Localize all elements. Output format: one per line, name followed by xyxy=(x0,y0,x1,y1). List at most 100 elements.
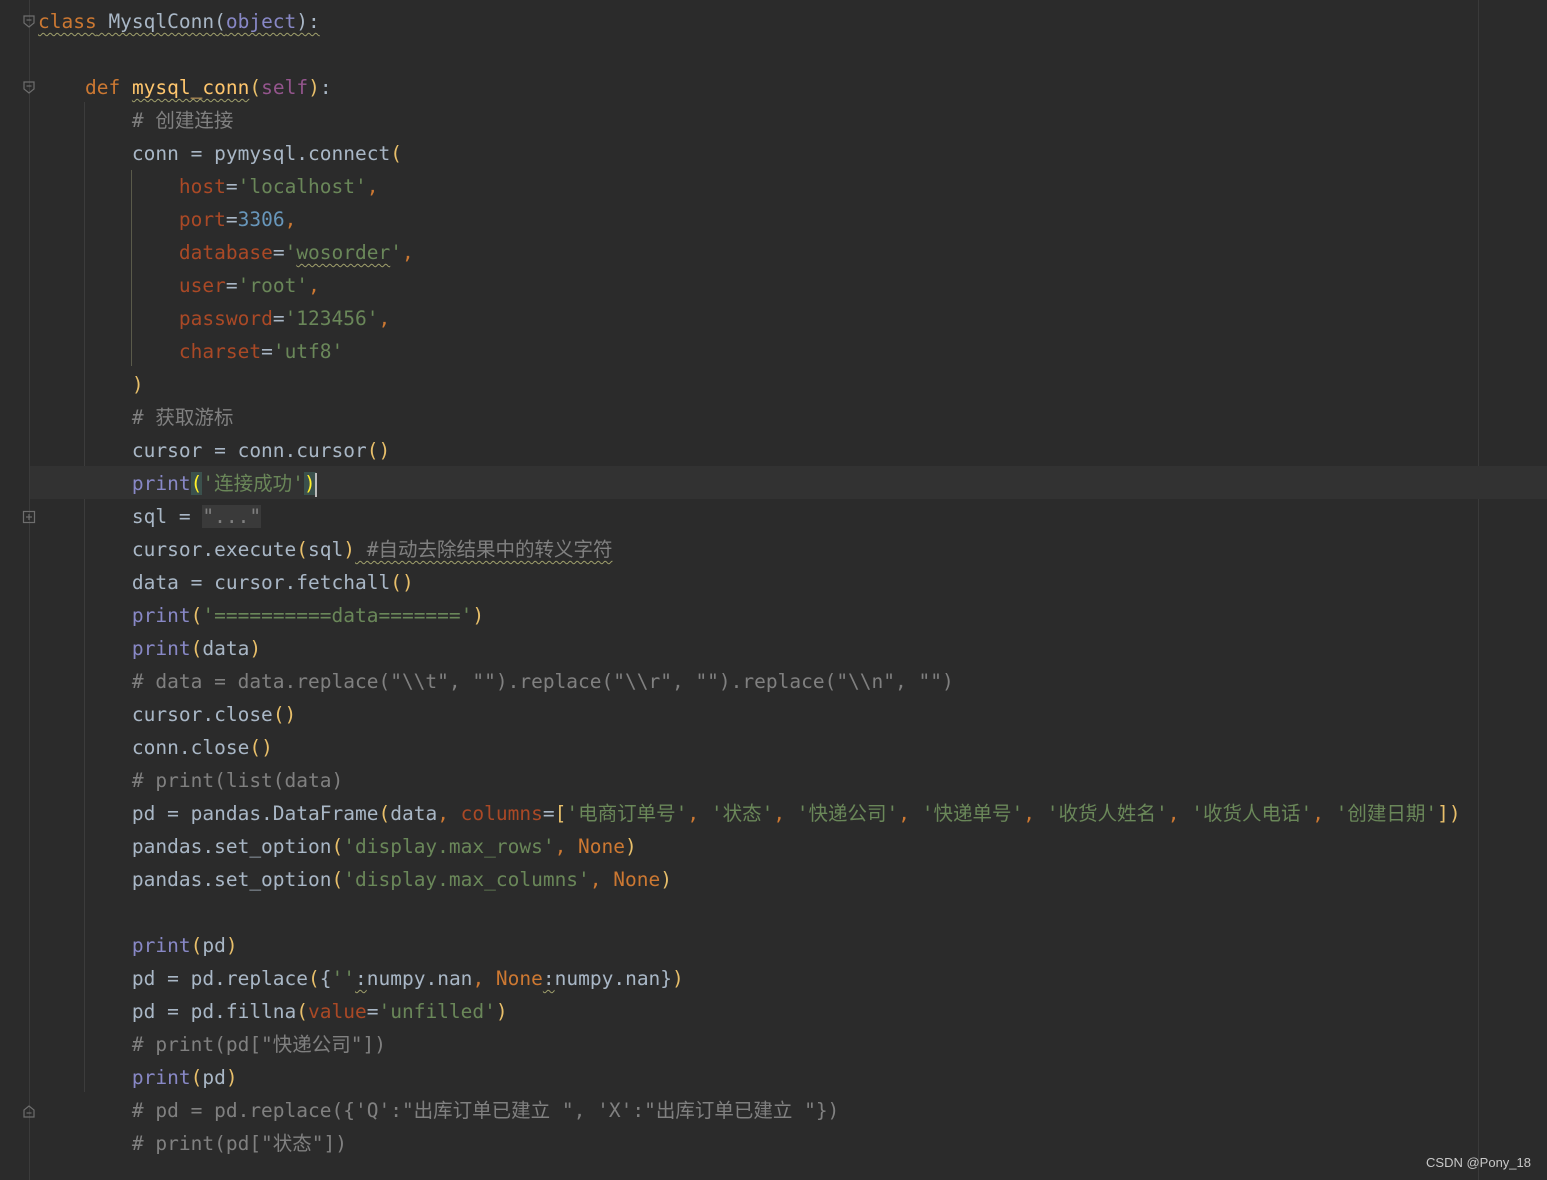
code-token: , xyxy=(366,175,379,198)
code-token: host xyxy=(178,175,226,198)
code-token: sql xyxy=(308,538,344,561)
code-token: ( xyxy=(190,1066,203,1089)
code-token: , xyxy=(308,274,320,297)
code-line[interactable]: print('连接成功') xyxy=(38,467,317,500)
code-line[interactable]: # 创建连接 xyxy=(38,104,234,137)
code-token: , None xyxy=(554,835,626,858)
code-token: self xyxy=(261,76,309,99)
code-token: # print(pd["快递公司"]) xyxy=(38,1033,387,1056)
code-token: charset xyxy=(178,340,262,363)
fold-method-icon[interactable] xyxy=(22,81,36,95)
code-token: # print(pd["状态"]) xyxy=(38,1132,348,1155)
code-line[interactable]: # 获取游标 xyxy=(38,401,234,434)
code-token: ) xyxy=(660,868,672,891)
code-token: '收货人电话' xyxy=(1191,802,1313,825)
code-line[interactable]: pd = pd.fillna(value='unfilled') xyxy=(38,995,508,1028)
code-token: ( xyxy=(249,76,262,99)
code-token: = xyxy=(542,802,555,825)
code-line[interactable]: database='wosorder', xyxy=(38,236,414,269)
code-line[interactable]: print(data) xyxy=(38,632,261,665)
code-token: , xyxy=(898,802,922,825)
watermark: CSDN @Pony_18 xyxy=(1426,1155,1531,1170)
text-caret xyxy=(314,472,317,497)
code-token: "..." xyxy=(202,505,262,528)
code-line[interactable]: cursor = conn.cursor() xyxy=(38,434,390,467)
code-line[interactable]: class MysqlConn(object): xyxy=(38,5,320,38)
code-line[interactable]: sql = "..." xyxy=(38,500,262,533)
code-token: pandas.set_option xyxy=(38,868,332,891)
code-token: ) xyxy=(225,934,238,957)
code-token: = xyxy=(366,1000,379,1023)
code-token: ) xyxy=(131,373,144,396)
code-token: 'localhost' xyxy=(237,175,367,198)
code-token: ) xyxy=(625,835,637,858)
code-line[interactable]: user='root', xyxy=(38,269,320,302)
code-token: , xyxy=(437,802,461,825)
code-line[interactable]: conn = pymysql.connect( xyxy=(38,137,402,170)
code-token: '状态' xyxy=(710,802,774,825)
code-token: ( xyxy=(190,637,203,660)
code-token: ( xyxy=(296,1000,309,1023)
code-token: 'root' xyxy=(237,274,309,297)
code-line[interactable]: cursor.close() xyxy=(38,698,296,731)
code-token: = xyxy=(272,241,285,264)
code-line[interactable]: conn.close() xyxy=(38,731,273,764)
code-line[interactable]: # print(list(data) xyxy=(38,764,343,797)
code-line[interactable]: # print(pd["快递公司"]) xyxy=(38,1028,386,1061)
code-token: cursor.close xyxy=(38,703,273,726)
code-line[interactable]: pd = pd.replace({'':numpy.nan, None:nump… xyxy=(38,962,684,995)
code-token: : xyxy=(542,967,555,990)
code-token: password xyxy=(178,307,273,330)
code-token: ( xyxy=(308,967,320,990)
code-line[interactable]: print('==========data=======') xyxy=(38,599,484,632)
code-token: '快递单号' xyxy=(921,802,1024,825)
code-token: wosorder xyxy=(296,241,391,264)
gutter-divider xyxy=(29,0,30,1180)
code-token: conn = pymysql.connect xyxy=(38,142,391,165)
code-line[interactable]: ) xyxy=(38,368,144,401)
code-token: , xyxy=(378,307,391,330)
code-line[interactable]: # pd = pd.replace({'Q':"出库订单已建立 ", 'X':"… xyxy=(38,1094,839,1127)
code-line[interactable]: cursor.execute(sql) #自动去除结果中的转义字符 xyxy=(38,533,613,566)
code-token: = xyxy=(225,175,238,198)
code-token: '' xyxy=(331,967,356,990)
code-line[interactable]: print(pd) xyxy=(38,1061,238,1094)
code-token: () xyxy=(272,703,297,726)
code-editor[interactable]: class MysqlConn(object): def mysql_conn(… xyxy=(0,0,1547,1180)
code-token: '收货人姓名' xyxy=(1046,802,1168,825)
code-line[interactable]: print(pd) xyxy=(38,929,238,962)
code-token: ( xyxy=(331,835,344,858)
code-line[interactable]: # data = data.replace("\\t", "").replace… xyxy=(38,665,954,698)
code-line[interactable]: def mysql_conn(self): xyxy=(38,71,332,104)
code-token: def xyxy=(84,76,132,99)
code-line[interactable]: pd = pandas.DataFrame(data, columns=['电商… xyxy=(38,797,1461,830)
code-token: #自动去除结果中的转义字符 xyxy=(355,538,613,561)
code-line[interactable]: host='localhost', xyxy=(38,170,379,203)
code-token: '123456' xyxy=(284,307,379,330)
code-token: ( xyxy=(190,934,203,957)
code-line[interactable]: charset='utf8' xyxy=(38,335,343,368)
code-line[interactable]: # print(pd["状态"]) xyxy=(38,1127,347,1160)
code-line[interactable]: port=3306, xyxy=(38,203,296,236)
code-token: ) xyxy=(472,604,485,627)
fold-class-icon[interactable] xyxy=(22,15,36,29)
code-line[interactable]: pandas.set_option('display.max_columns',… xyxy=(38,863,672,896)
code-token: 'unfilled' xyxy=(378,1000,496,1023)
code-line[interactable]: pandas.set_option('display.max_rows', No… xyxy=(38,830,637,863)
code-line[interactable]: data = cursor.fetchall() xyxy=(38,566,414,599)
code-token: sql = xyxy=(38,505,203,528)
code-token: 3306 xyxy=(237,208,285,231)
expand-folded-icon[interactable] xyxy=(22,510,36,524)
code-token: , xyxy=(1023,802,1047,825)
code-line[interactable]: password='123456', xyxy=(38,302,390,335)
code-token: columns xyxy=(460,802,543,825)
code-token: , xyxy=(773,802,797,825)
fold-end-icon[interactable] xyxy=(22,1104,36,1118)
code-token: # print(list(data) xyxy=(38,769,344,792)
code-token: pd = pd.replace xyxy=(38,967,309,990)
